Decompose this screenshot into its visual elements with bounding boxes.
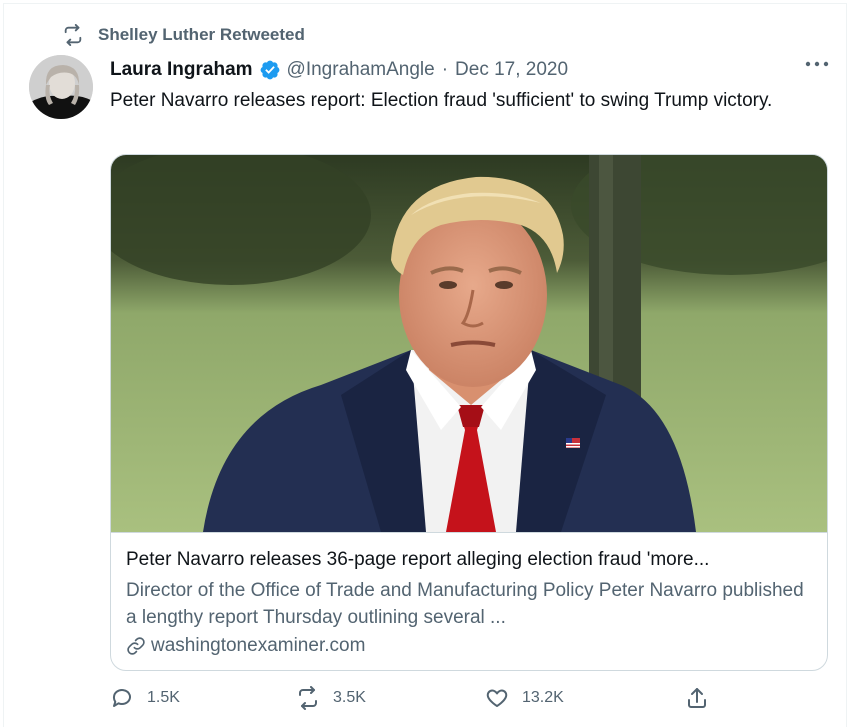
card-domain: washingtonexaminer.com bbox=[151, 635, 366, 656]
more-icon bbox=[805, 61, 829, 67]
retweet-context[interactable]: Shelley Luther Retweeted bbox=[62, 22, 305, 48]
tweet-timestamp[interactable]: Dec 17, 2020 bbox=[455, 59, 568, 81]
tweet-text: Peter Navarro releases report: Election … bbox=[110, 90, 773, 111]
tweet-header: Laura Ingraham @IngrahamAngle · Dec 17, … bbox=[110, 57, 830, 83]
reply-icon bbox=[112, 689, 131, 707]
like-icon bbox=[486, 689, 508, 707]
separator-dot: · bbox=[441, 59, 449, 80]
link-icon bbox=[127, 637, 145, 655]
avatar[interactable] bbox=[29, 55, 93, 119]
retweet-context-label: Shelley Luther Retweeted bbox=[98, 25, 305, 44]
verified-badge-icon bbox=[260, 60, 279, 80]
share-icon bbox=[688, 688, 706, 708]
retweet-count: 3.5K bbox=[333, 689, 366, 706]
reply-button[interactable]: 1.5K bbox=[110, 686, 180, 710]
retweet-icon bbox=[64, 24, 82, 46]
card-title: Peter Navarro releases 36-page report al… bbox=[126, 549, 710, 570]
card-description: Director of the Office of Trade and Manu… bbox=[126, 580, 804, 628]
author-handle[interactable]: @IngrahamAngle bbox=[287, 59, 435, 81]
card-body: Peter Navarro releases 36-page report al… bbox=[111, 532, 827, 670]
share-button[interactable] bbox=[685, 686, 709, 710]
card-image bbox=[111, 155, 827, 532]
card-domain-row: washingtonexaminer.com bbox=[126, 635, 365, 657]
author-name[interactable]: Laura Ingraham bbox=[110, 59, 253, 81]
retweet-button[interactable]: 3.5K bbox=[296, 686, 366, 710]
reply-count: 1.5K bbox=[147, 689, 180, 706]
more-options-button[interactable] bbox=[804, 58, 830, 76]
retweet-icon bbox=[299, 686, 317, 710]
like-count: 13.2K bbox=[522, 689, 564, 706]
like-button[interactable]: 13.2K bbox=[485, 686, 564, 710]
link-card[interactable]: Peter Navarro releases 36-page report al… bbox=[110, 154, 828, 671]
tweet-actions: 1.5K 3.5K 13.2K bbox=[110, 686, 720, 716]
